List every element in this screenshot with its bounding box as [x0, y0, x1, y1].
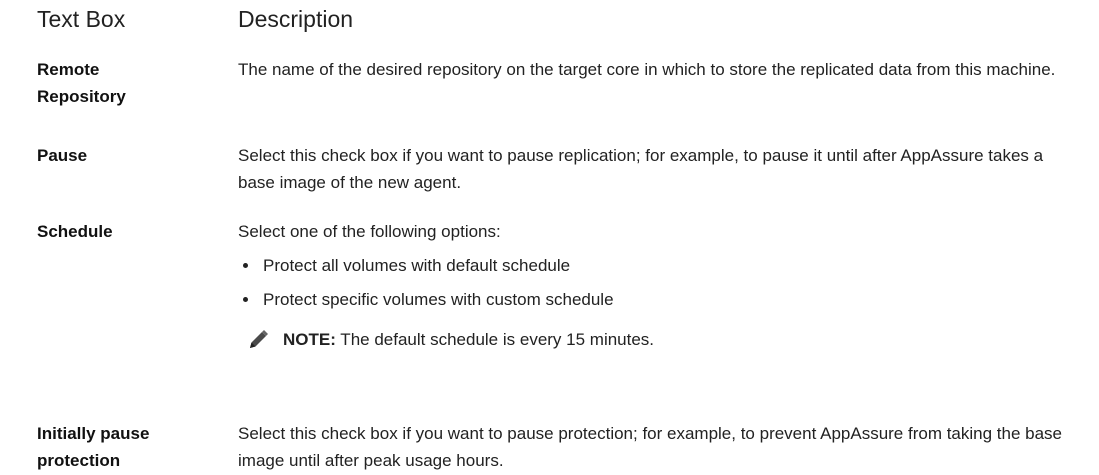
note-text: NOTE: The default schedule is every 15 m…	[283, 326, 654, 353]
list-item: Protect specific volumes with custom sch…	[238, 286, 1078, 313]
table-header: Text Box Description	[0, 6, 1099, 40]
bullet-icon	[243, 297, 248, 302]
schedule-options-list: Protect all volumes with default schedul…	[238, 252, 1078, 313]
term-pause: Pause	[37, 146, 88, 165]
header-text-box: Text Box	[37, 6, 126, 32]
pencil-note-icon	[250, 330, 268, 348]
note-label: NOTE:	[283, 330, 336, 349]
note-callout: NOTE: The default schedule is every 15 m…	[238, 326, 1078, 356]
header-description: Description	[238, 6, 354, 32]
bullet-icon	[243, 263, 248, 268]
settings-table: Text Box Description Remote Repository T…	[0, 0, 1099, 475]
term-schedule: Schedule	[37, 222, 113, 241]
list-item: Protect all volumes with default schedul…	[238, 252, 1078, 279]
description-initially-pause-protection: Select this check box if you want to pau…	[238, 424, 1063, 470]
schedule-intro: Select one of the following options:	[238, 222, 501, 241]
description-pause: Select this check box if you want to pau…	[238, 146, 1044, 192]
term-remote-repository: Remote Repository	[37, 60, 126, 106]
description-remote-repository: The name of the desired repository on th…	[238, 60, 1056, 79]
term-initially-pause-protection: Initially pause protection	[37, 424, 150, 470]
description-schedule: Select one of the following options: Pro…	[238, 218, 1078, 356]
note-body: The default schedule is every 15 minutes…	[335, 330, 655, 349]
